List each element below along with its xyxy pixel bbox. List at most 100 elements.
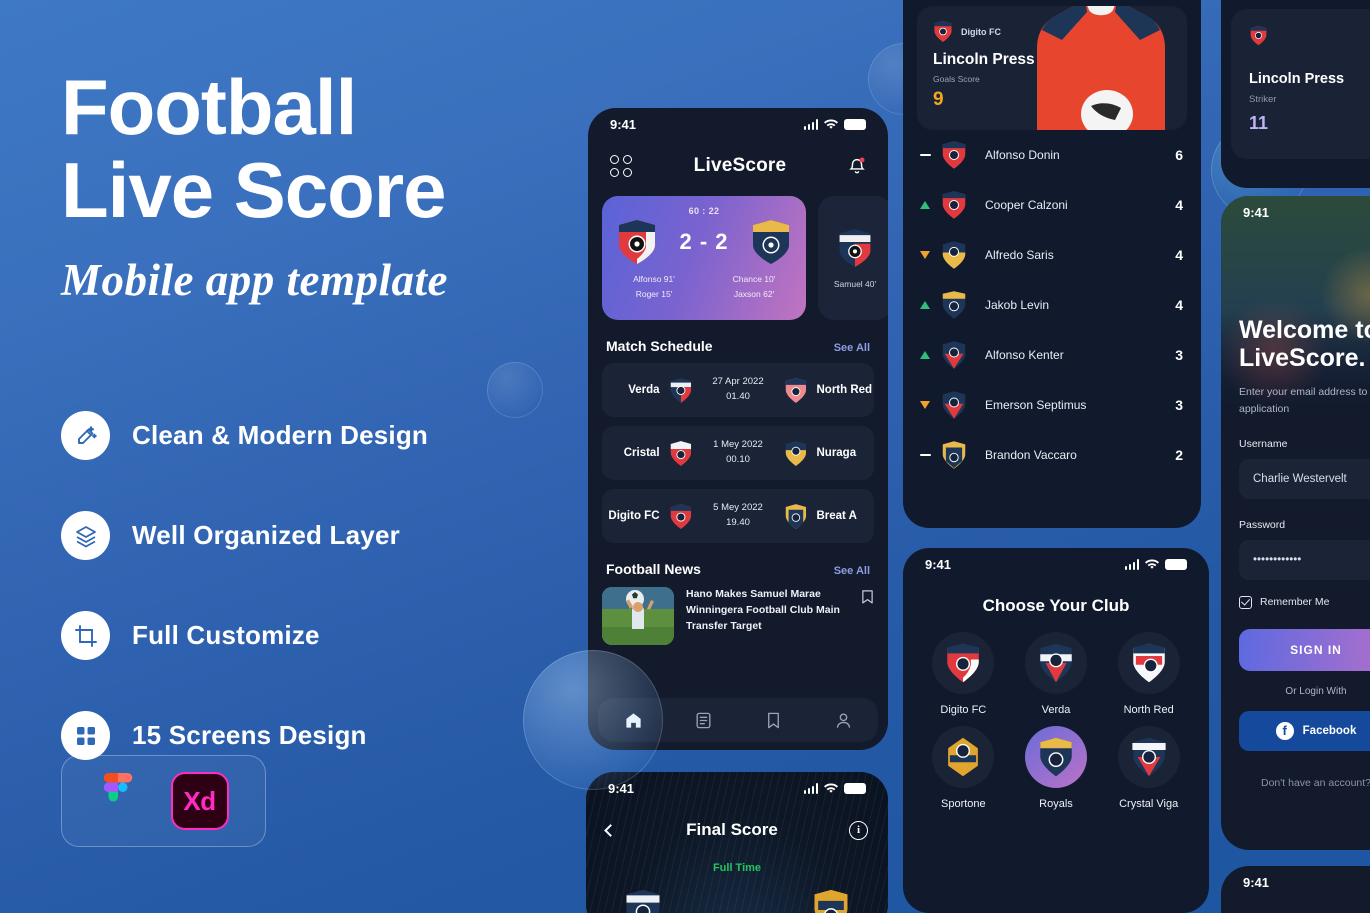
news-item[interactable]: Hano Makes Samuel Marae Winningera Footb… [602,587,874,645]
list-item[interactable]: Alfonso Kenter 3 [903,330,1201,380]
tab-bookmark[interactable] [738,711,808,730]
away-club-badge-icon [785,377,806,403]
star-club-name: Digito FC [961,26,1001,37]
club-option-north-red[interactable]: North Red [1102,632,1195,716]
page-title: Football Live Score [61,68,531,229]
club-badge-wrap[interactable] [1024,632,1087,694]
club-badge-wrap-selected[interactable] [1024,726,1087,788]
back-chevron-icon[interactable] [604,823,617,837]
see-all-link[interactable]: See All [834,342,870,354]
news-thumbnail [602,587,674,645]
scorer-line: Chance 10' [732,274,776,284]
club-badge-icon [942,141,966,169]
profile-icon [836,712,850,728]
club-option-digito-fc[interactable]: Digito FC [917,632,1010,716]
info-icon[interactable]: i [848,820,868,840]
club-label: Royals [1039,798,1073,810]
club-badge-wrap[interactable] [932,632,995,694]
table-row[interactable]: Cristal 1 Mey 2022 00.10 Nuraga [602,426,874,480]
next-match-card[interactable]: Samuel 40' [818,196,888,320]
final-score-phone-screen: 9:41 Final Score i Full Time [586,772,888,913]
remember-me-row[interactable]: Remember Me [1239,595,1370,609]
status-bar: 9:41 [1221,866,1370,898]
club-badge-icon [947,643,980,683]
list-item[interactable]: Cooper Calzoni 4 [903,180,1201,230]
home-club-badge-icon [670,377,691,403]
player-card[interactable]: Lincoln Press Striker 11 [1231,9,1370,159]
player-name: Brandon Vaccaro [985,448,1077,462]
club-badge-wrap[interactable] [932,726,995,788]
tab-home[interactable] [598,711,668,730]
facebook-label: Facebook [1302,724,1357,737]
player-name: Jakob Levin [985,298,1050,312]
tab-profile[interactable] [808,711,878,730]
feature-item: 15 Screens Design [61,711,428,760]
login-title-line-2: LiveScore. [1239,344,1366,372]
player-name: Cooper Calzoni [985,198,1068,212]
username-input[interactable]: Charlie Westervelt [1239,458,1370,499]
trend-up-icon [917,351,933,359]
club-label: Crystal Viga [1119,798,1179,810]
match-datetime: 1 Mey 2022 00.10 [701,438,774,467]
list-item[interactable]: Brandon Vaccaro 2 [903,430,1201,480]
club-badge-icon [1040,643,1072,683]
table-row[interactable]: Verda 27 Apr 2022 01.40 North Red [602,363,874,417]
grid-menu-icon[interactable] [610,155,632,177]
match-date: 1 Mey 2022 [713,439,763,451]
club-badge-icon [1250,25,1267,46]
bookmark-icon[interactable] [861,589,874,605]
wifi-icon [1145,558,1159,569]
battery-icon [844,782,866,794]
club-badge-wrap[interactable] [1117,726,1180,788]
match-status-label: Full Time [712,862,762,874]
wifi-icon [824,118,838,129]
tab-news[interactable] [668,711,738,730]
player-goals: 4 [1175,247,1183,263]
star-player-card[interactable]: Digito FC Lincoln Press Goals Score 9 [917,6,1187,130]
status-time: 9:41 [1243,874,1270,890]
login-title: Welcome to LiveScore. [1239,316,1370,372]
star-player-photo [1021,6,1181,130]
list-item[interactable]: Alfredo Saris 4 [903,230,1201,280]
scorer-line: Alfonso 91' [633,274,675,284]
password-input[interactable]: •••••••••••• [1239,539,1370,580]
live-score-row: 2 - 2 [616,218,792,266]
club-option-royals[interactable]: Royals [1010,726,1103,810]
remember-me-label: Remember Me [1260,596,1330,609]
live-match-carousel[interactable]: 60 : 22 2 - 2 Alfonso 91' Roger 15' Chan… [588,184,888,320]
home-club-badge-icon [626,889,660,913]
bottom-tab-bar[interactable] [598,698,878,742]
club-badge-wrap[interactable] [1117,632,1180,694]
club-option-verda[interactable]: Verda [1010,632,1103,716]
away-scorers: Chance 10' Jaxson 62' [716,272,792,302]
hero-subtitle: Mobile app template [61,254,448,305]
status-time: 9:41 [1243,204,1270,220]
remember-me-checkbox[interactable] [1239,595,1252,609]
list-item[interactable]: Alfonso Donin 6 [903,130,1201,180]
live-clock: 60 : 22 [688,206,720,216]
feature-label: 15 Screens Design [132,720,367,750]
choose-club-panel: 9:41 Choose Your Club Digito FC Verda No… [903,548,1209,913]
live-match-card[interactable]: 60 : 22 2 - 2 Alfonso 91' Roger 15' Chan… [602,196,806,320]
club-badge-icon [1040,737,1072,777]
notification-bell-icon[interactable] [848,156,866,176]
username-label: Username [1239,437,1288,450]
list-item[interactable]: Emerson Septimus 3 [903,380,1201,430]
match-schedule-header: Match Schedule See All [588,338,888,354]
club-option-sportone[interactable]: Sportone [917,726,1010,810]
club-option-crystal-viga[interactable]: Crystal Viga [1102,726,1195,810]
list-item[interactable]: Jakob Levin 4 [903,280,1201,330]
final-score-clubs [586,874,888,913]
sign-in-button[interactable]: SIGN IN [1239,628,1370,671]
feature-item: Well Organized Layer [61,511,428,560]
facebook-login-button[interactable]: f Facebook [1239,710,1370,751]
adobe-xd-logo-icon: Xd [170,772,229,830]
club-label: Digito FC [940,704,987,716]
signup-prompt[interactable]: Don't have an account? [1239,777,1370,789]
match-date: 5 Mey 2022 [713,502,763,514]
see-all-link[interactable]: See All [834,565,870,577]
table-row[interactable]: Digito FC 5 Mey 2022 19.40 Breat A [602,489,874,543]
login-description: Enter your email address to the applicat… [1239,386,1370,415]
match-time: 19.40 [726,517,750,528]
next-match-scorer: Samuel 40' [833,279,877,289]
